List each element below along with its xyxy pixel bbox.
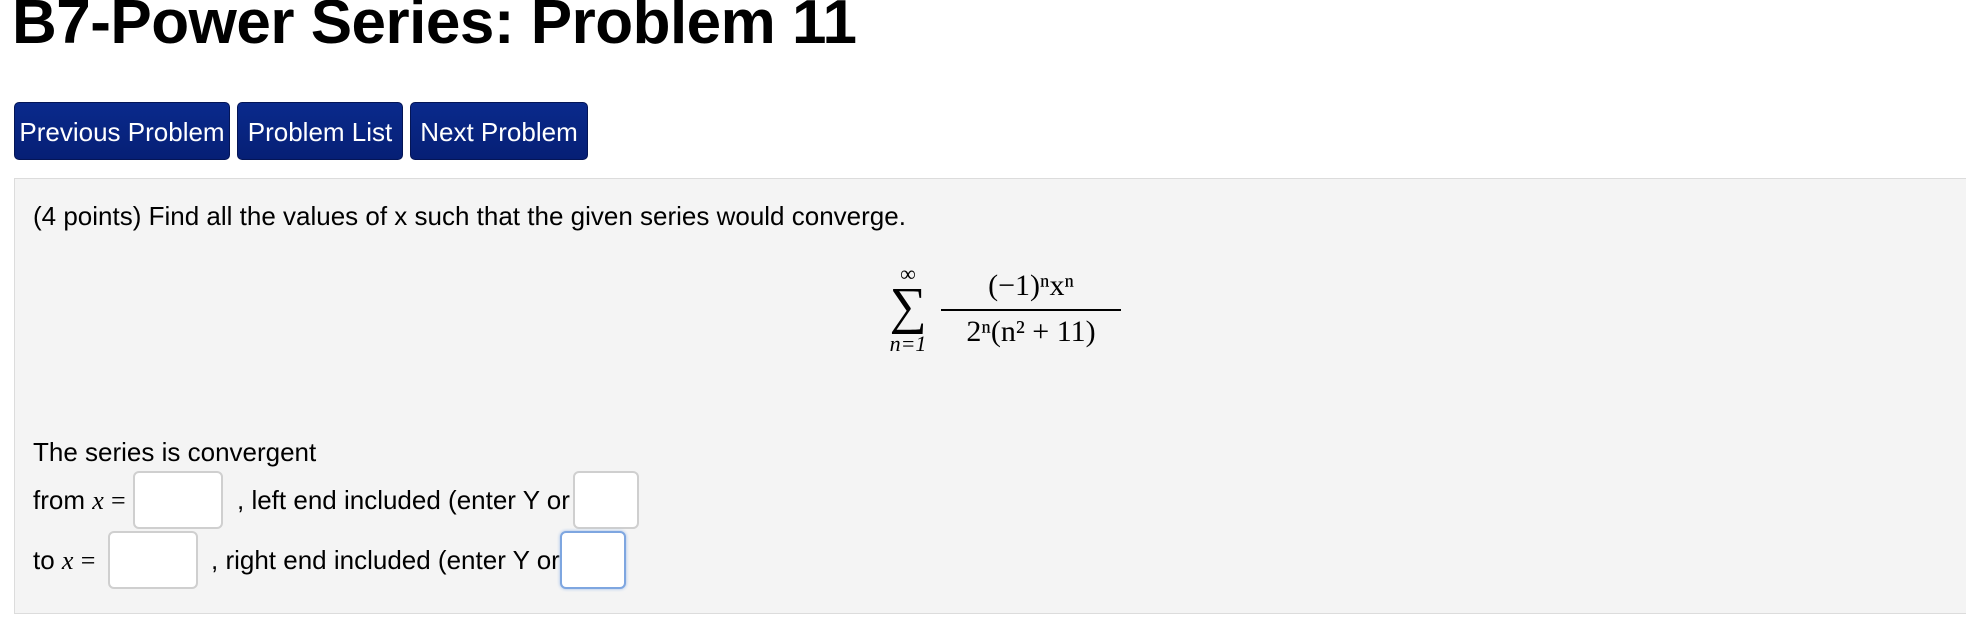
problem-list-button[interactable]: Problem List [237, 102, 403, 160]
to-label: to [33, 545, 55, 575]
next-problem-button[interactable]: Next Problem [410, 102, 588, 160]
right-end-included-input[interactable] [560, 531, 626, 589]
from-equals: = [111, 486, 126, 515]
from-x-var: x [92, 486, 104, 515]
answer-intro-text: The series is convergent [33, 437, 317, 467]
problem-prompt: (4 points) Find all the values of x such… [33, 201, 906, 231]
sigma-symbol: ∑ [889, 278, 927, 335]
page-title: B7-Power Series: Problem 11 [12, 0, 857, 57]
series-formula: ∞ ∑ n=1 (−1)ⁿxⁿ 2ⁿ(n² + 11) [885, 263, 1125, 383]
sum-lower-limit: n=1 [889, 331, 927, 356]
left-end-label: , left end included (enter Y or N): [237, 485, 612, 515]
fraction-numerator: (−1)ⁿxⁿ [988, 269, 1074, 302]
left-end-included-input[interactable] [573, 471, 639, 529]
from-x-input[interactable] [133, 471, 223, 529]
right-end-label: , right end included (enter Y or N): [211, 545, 602, 575]
to-row: to x = [33, 545, 95, 576]
from-row: from x = [33, 485, 126, 516]
to-equals: = [80, 546, 96, 575]
fraction-bar [941, 309, 1121, 311]
to-x-var: x [61, 546, 74, 575]
fraction-denominator: 2ⁿ(n² + 11) [966, 315, 1096, 348]
from-label: from [33, 485, 85, 515]
to-x-input[interactable] [108, 531, 198, 589]
previous-problem-button[interactable]: Previous Problem [14, 102, 230, 160]
problem-body: (4 points) Find all the values of x such… [14, 178, 1966, 614]
